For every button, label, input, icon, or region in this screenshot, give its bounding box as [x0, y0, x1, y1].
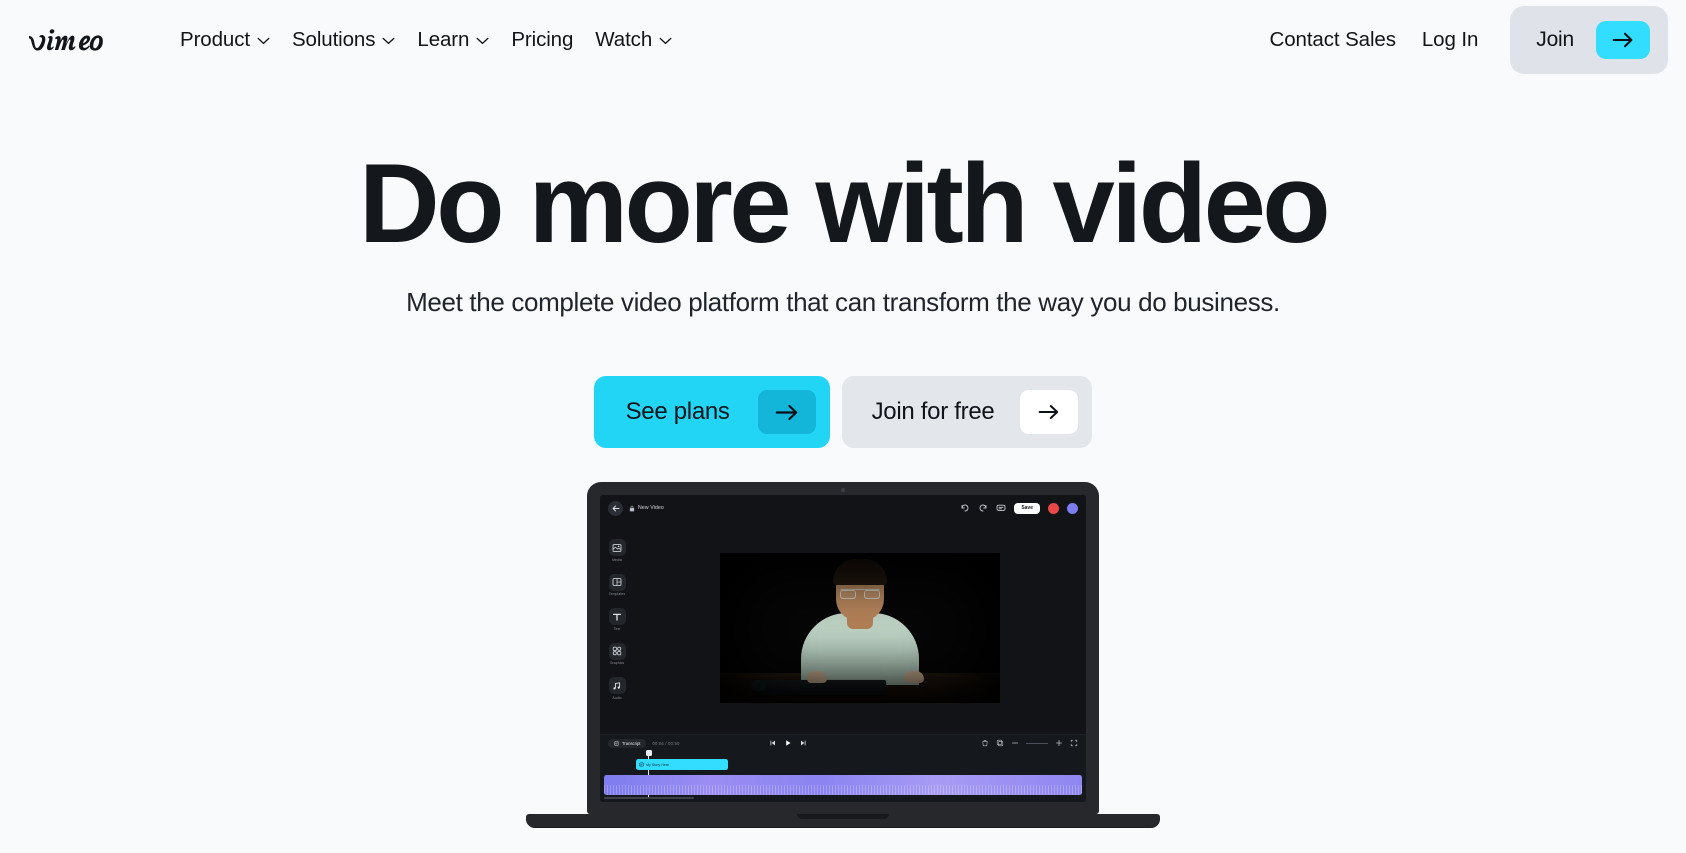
nav-item-label: Solutions: [291, 28, 376, 51]
see-plans-arrow[interactable]: [757, 390, 816, 435]
editor-body: Media Templates Text Graphics Audio: [600, 521, 1086, 734]
editor-topbar: New Video Save: [600, 495, 1086, 521]
hero-cta-row: See plans Join for free: [0, 376, 1686, 449]
sidebar-item-label: Templates: [608, 592, 626, 596]
page-title: Do more with video: [358, 141, 1331, 266]
video-editor-screen: New Video Save Media Templates Text Grap…: [600, 495, 1086, 802]
text-icon: [608, 608, 626, 625]
sidebar-item-text[interactable]: Text: [608, 608, 626, 631]
nav-item-product[interactable]: Product: [170, 20, 280, 60]
join-for-free-arrow[interactable]: [1020, 390, 1079, 435]
undo-icon[interactable]: [960, 503, 970, 513]
timeline-clip-label: My Story Here: [646, 762, 669, 767]
project-title: New Video: [638, 505, 664, 511]
chevron-down-icon: [382, 37, 395, 45]
chevron-down-icon: [257, 37, 270, 45]
laptop-notch: [797, 814, 889, 819]
join-for-free-button[interactable]: Join for free: [841, 376, 1093, 449]
trash-icon[interactable]: [981, 739, 989, 747]
editor-topbar-actions: Save: [960, 502, 1078, 514]
chevron-down-icon: [476, 37, 489, 45]
nav-item-label: Product: [180, 28, 250, 51]
graphics-icon: [608, 642, 626, 660]
timeline-transport: [769, 739, 807, 747]
sidebar-item-graphics[interactable]: Graphics: [608, 642, 626, 665]
nav-item-watch[interactable]: Watch: [585, 20, 682, 60]
video-vignette: [720, 553, 1000, 703]
join-label: Join: [1536, 28, 1574, 51]
nav-item-label: Watch: [595, 28, 653, 51]
sidebar-item-audio[interactable]: Audio: [608, 677, 626, 700]
nav-item-solutions[interactable]: Solutions: [282, 20, 405, 60]
transcript-button[interactable]: Transcript: [608, 738, 647, 748]
templates-icon: [608, 573, 626, 591]
skip-forward-icon[interactable]: [799, 739, 807, 747]
log-in-link[interactable]: Log In: [1416, 20, 1484, 60]
nav-item-label: Learn: [417, 28, 470, 51]
arrow-right-icon: [1612, 32, 1633, 48]
vimeo-logo[interactable]: [26, 23, 118, 57]
hero-subtitle: Meet the complete video platform that ca…: [406, 287, 1280, 318]
arrow-right-icon: [1039, 405, 1059, 420]
comment-icon[interactable]: [996, 503, 1006, 513]
play-icon[interactable]: [784, 739, 792, 747]
see-plans-button[interactable]: See plans: [593, 376, 830, 449]
timeline-toolbar: Transcript 00:06 / 00:50: [600, 735, 1086, 751]
vimeo-homepage: Product Solutions Learn Pricing Watch Co…: [0, 0, 1686, 853]
zoom-in-icon[interactable]: [1055, 739, 1063, 747]
nav-item-pricing[interactable]: Pricing: [501, 20, 583, 60]
timeline-time-display: 00:06 / 00:50: [652, 740, 680, 746]
chevron-down-icon: [659, 37, 672, 45]
laptop-lid: New Video Save Media Templates Text Grap…: [587, 482, 1099, 814]
timeline-waveform: [604, 785, 1082, 795]
nav-item-learn[interactable]: Learn: [407, 20, 499, 60]
lock-icon: [629, 505, 635, 511]
transcript-icon: [614, 740, 619, 746]
primary-nav: Product Solutions Learn Pricing Watch: [170, 20, 682, 60]
save-button[interactable]: Save: [1014, 502, 1040, 514]
laptop-base: [526, 814, 1160, 827]
transcript-label: Transcript: [622, 740, 641, 746]
zoom-out-icon[interactable]: [1011, 739, 1019, 747]
editor-preview-stage: [634, 521, 1086, 734]
video-preview[interactable]: [720, 552, 1000, 703]
header-actions: Contact Sales Log In Join: [1264, 0, 1686, 80]
timeline-text-clip[interactable]: My Story Here: [636, 759, 728, 770]
redo-icon[interactable]: [978, 503, 988, 513]
see-plans-label: See plans: [625, 398, 730, 426]
hero-section: Do more with video Meet the complete vid…: [0, 80, 1686, 449]
join-button[interactable]: Join: [1510, 6, 1668, 74]
sidebar-item-media[interactable]: Media: [608, 539, 626, 562]
avatar[interactable]: [1048, 502, 1059, 514]
skip-back-icon[interactable]: [769, 739, 777, 747]
join-arrow-button[interactable]: [1596, 21, 1650, 59]
fit-icon[interactable]: [1070, 739, 1078, 747]
join-for-free-label: Join for free: [871, 398, 995, 426]
timeline-video-clip[interactable]: [604, 775, 1082, 795]
timeline-audio-strip[interactable]: [604, 797, 694, 799]
audio-icon: [608, 677, 626, 694]
sidebar-item-label: Audio: [612, 695, 622, 700]
contact-sales-link[interactable]: Contact Sales: [1264, 20, 1402, 60]
sidebar-item-templates[interactable]: Templates: [608, 573, 626, 596]
avatar[interactable]: [1067, 502, 1078, 514]
back-button[interactable]: [608, 500, 623, 516]
nav-item-label: Pricing: [511, 28, 574, 51]
laptop-mockup: New Video Save Media Templates Text Grap…: [0, 482, 1686, 827]
sidebar-item-label: Media: [612, 557, 622, 562]
media-icon: [608, 539, 626, 556]
timeline-tools: [981, 739, 1078, 747]
caption-icon: [639, 762, 644, 767]
zoom-slider[interactable]: [1025, 742, 1048, 744]
sidebar-item-label: Graphics: [609, 661, 625, 665]
site-header: Product Solutions Learn Pricing Watch Co…: [0, 0, 1686, 80]
arrow-left-icon: [612, 505, 619, 511]
arrow-right-icon: [775, 404, 797, 420]
timeline-tracks: My Story Here: [600, 750, 1086, 802]
sidebar-item-label: Text: [613, 626, 621, 631]
laptop-camera: [841, 488, 845, 492]
editor-sidebar: Media Templates Text Graphics Audio: [600, 521, 634, 734]
editor-timeline-panel: Transcript 00:06 / 00:50 My Story Here: [600, 734, 1086, 802]
duplicate-icon[interactable]: [996, 739, 1004, 747]
